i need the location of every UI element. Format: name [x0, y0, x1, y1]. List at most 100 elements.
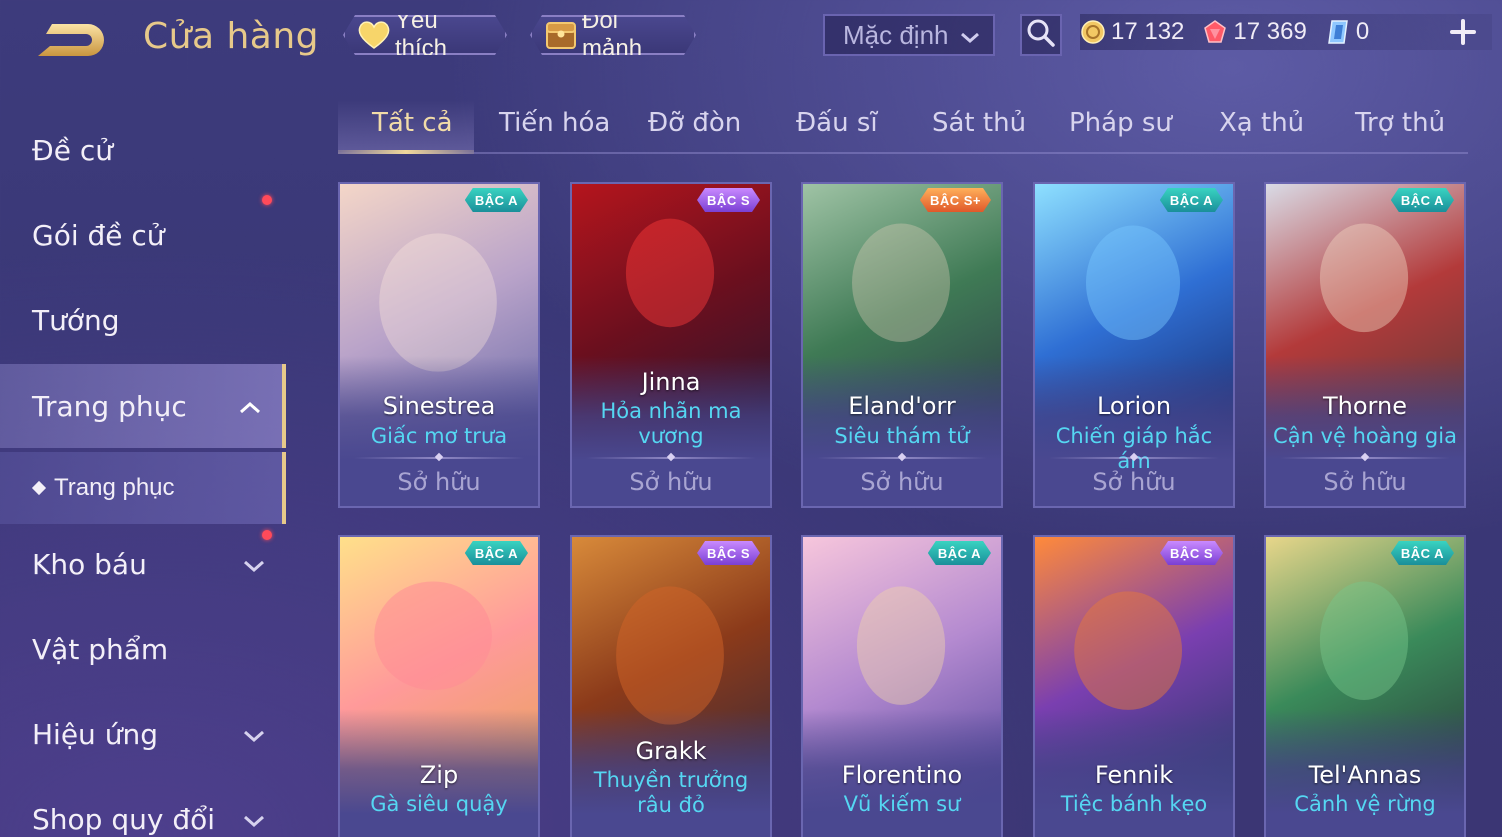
red-gem-icon: [1202, 19, 1228, 45]
skin-name: Cảnh vệ rừng: [1294, 792, 1436, 816]
gold-coin-icon: [1080, 19, 1106, 45]
sidebar-item-label: Đề cử: [32, 133, 113, 167]
sidebar-subitem-label: Trang phục: [54, 474, 175, 501]
rank-badge: BẬC A: [465, 188, 528, 212]
sidebar-item-label: Shop quy đổi: [32, 802, 215, 836]
hero-name: Tel'Annas: [1308, 761, 1422, 789]
owned-label: Sở hữu: [1323, 468, 1407, 496]
skin-card[interactable]: BẬC A Tel'Annas Cảnh vệ rừng: [1264, 535, 1466, 837]
sidebar-item-label: Kho báu: [32, 547, 147, 581]
rank-badge: BẬC A: [1160, 188, 1223, 212]
sidebar-item-recommended-packs[interactable]: Gói đề cử: [0, 193, 286, 277]
owned-label: Sở hữu: [397, 468, 481, 496]
skin-name: Gà siêu quậy: [370, 792, 508, 816]
voucher-currency: 17 369: [1202, 18, 1307, 46]
sidebar-item-label: Trang phục: [32, 389, 187, 423]
skin-card[interactable]: BẬC A Zip Gà siêu quậy: [338, 535, 540, 837]
hero-name: Fennik: [1094, 761, 1174, 789]
sidebar-item-recommended[interactable]: Đề cử: [0, 108, 286, 192]
skin-card[interactable]: BẬC S Fennik Tiệc bánh kẹo: [1033, 535, 1235, 837]
skin-name: Giấc mơ trưa: [370, 424, 508, 448]
top-bar: Cửa hàng Yêu thích Đổi mảnh Mặc định 17 …: [0, 0, 1502, 80]
voucher-amount: 17 369: [1233, 18, 1307, 45]
tab-support[interactable]: Trợ thủ: [1355, 108, 1445, 152]
owned-label: Sở hữu: [860, 468, 944, 496]
skin-grid: BẬC A Sinestrea Giấc mơ trưa Sở hữu BẬC …: [338, 182, 1468, 837]
sidebar-item-skins[interactable]: Trang phục: [0, 364, 286, 448]
page-title: Cửa hàng: [143, 16, 320, 57]
rank-badge: BẬC A: [1391, 541, 1454, 565]
tab-active-underline: [338, 150, 474, 154]
category-tabs: Tất cả Tiến hóa Đỡ đòn Đấu sĩ Sát thủ Ph…: [338, 100, 1468, 154]
owned-label: Sở hữu: [1092, 468, 1176, 496]
sort-dropdown[interactable]: Mặc định: [823, 14, 995, 56]
diamond-icon: [1325, 19, 1351, 45]
owned-label: Sở hữu: [629, 468, 713, 496]
skin-card[interactable]: BẬC S Jinna Hỏa nhãn ma vương Sở hữu: [570, 182, 772, 508]
skin-name: Cận vệ hoàng gia: [1273, 424, 1457, 448]
chevron-down-icon: [959, 24, 981, 46]
currency-bar: 17 132 17 369 0: [1080, 14, 1492, 50]
notification-dot: [262, 195, 272, 205]
skin-card[interactable]: BẬC A Florentino Vũ kiếm sư: [801, 535, 1003, 837]
hero-name: Eland'orr: [848, 392, 956, 420]
sidebar-item-treasure[interactable]: Kho báu: [0, 522, 286, 606]
back-arrow-icon[interactable]: [30, 18, 112, 64]
rank-badge: BẬC A: [928, 541, 991, 565]
sidebar-item-heroes[interactable]: Tướng: [0, 278, 286, 362]
sidebar-item-items[interactable]: Vật phẩm: [0, 607, 286, 691]
sidebar-item-label: Vật phẩm: [32, 632, 169, 666]
card-divider: [1280, 457, 1450, 459]
favorite-button[interactable]: Yêu thích: [343, 15, 507, 55]
tab-tank[interactable]: Đỡ đòn: [648, 108, 741, 152]
chevron-down-icon: [242, 722, 266, 746]
tab-assassin[interactable]: Sát thủ: [932, 108, 1026, 152]
sidebar-item-label: Gói đề cử: [32, 218, 165, 252]
treasure-box-icon: [544, 18, 578, 52]
chevron-up-icon: [238, 394, 262, 418]
skin-card[interactable]: BẬC S+ Eland'orr Siêu thám tử Sở hữu: [801, 182, 1003, 508]
favorite-label: Yêu thích: [395, 7, 448, 62]
tab-mage[interactable]: Pháp sư: [1069, 108, 1172, 152]
search-button[interactable]: [1020, 14, 1062, 56]
rank-badge: BẬC A: [1391, 188, 1454, 212]
card-divider: [1049, 457, 1219, 459]
rank-badge: BẬC S+: [920, 188, 991, 212]
rank-badge: BẬC S: [697, 188, 760, 212]
hero-name: Sinestrea: [382, 392, 496, 420]
skin-card[interactable]: BẬC A Lorion Chiến giáp hắc ám Sở hữu: [1033, 182, 1235, 508]
fragment-exchange-button[interactable]: Đổi mảnh: [530, 15, 696, 55]
card-divider: [817, 457, 987, 459]
hero-name: Lorion: [1096, 392, 1172, 420]
notification-dot: [262, 530, 272, 540]
skin-card[interactable]: BẬC A Thorne Cận vệ hoàng gia Sở hữu: [1264, 182, 1466, 508]
tab-fighter[interactable]: Đấu sĩ: [796, 108, 878, 152]
gold-currency: 17 132: [1080, 18, 1184, 46]
sidebar-item-label: Hiệu ứng: [32, 717, 158, 751]
diamond-currency: 0: [1325, 18, 1369, 46]
sidebar-item-effects[interactable]: Hiệu ứng: [0, 692, 286, 776]
chevron-down-icon: [242, 807, 266, 831]
gold-amount: 17 132: [1111, 18, 1185, 45]
tab-all[interactable]: Tất cả: [372, 108, 453, 152]
sidebar-subitem-skins[interactable]: Trang phục: [0, 452, 286, 524]
tab-evolution[interactable]: Tiến hóa: [499, 108, 610, 152]
chevron-down-icon: [242, 552, 266, 576]
skin-name: Tiệc bánh kẹo: [1060, 792, 1208, 816]
skin-card[interactable]: BẬC A Sinestrea Giấc mơ trưa Sở hữu: [338, 182, 540, 508]
rank-badge: BẬC A: [465, 541, 528, 565]
rank-badge: BẬC S: [697, 541, 760, 565]
skin-card[interactable]: BẬC S Grakk Thuyền trưởng râu đỏ: [570, 535, 772, 837]
skin-name: Hỏa nhãn ma vương: [600, 399, 742, 448]
heart-icon: [357, 18, 391, 52]
card-divider: [354, 457, 524, 459]
tab-marksman[interactable]: Xạ thủ: [1219, 108, 1304, 152]
diamond-amount: 0: [1355, 18, 1370, 45]
hero-name: Jinna: [641, 368, 701, 396]
diamond-bullet-icon: [31, 480, 47, 496]
hero-name: Florentino: [841, 761, 963, 789]
hero-name: Zip: [419, 761, 459, 789]
plus-icon[interactable]: [1448, 17, 1478, 47]
hero-name: Grakk: [635, 737, 707, 765]
sidebar-item-exchange-shop[interactable]: Shop quy đổi: [0, 777, 286, 837]
